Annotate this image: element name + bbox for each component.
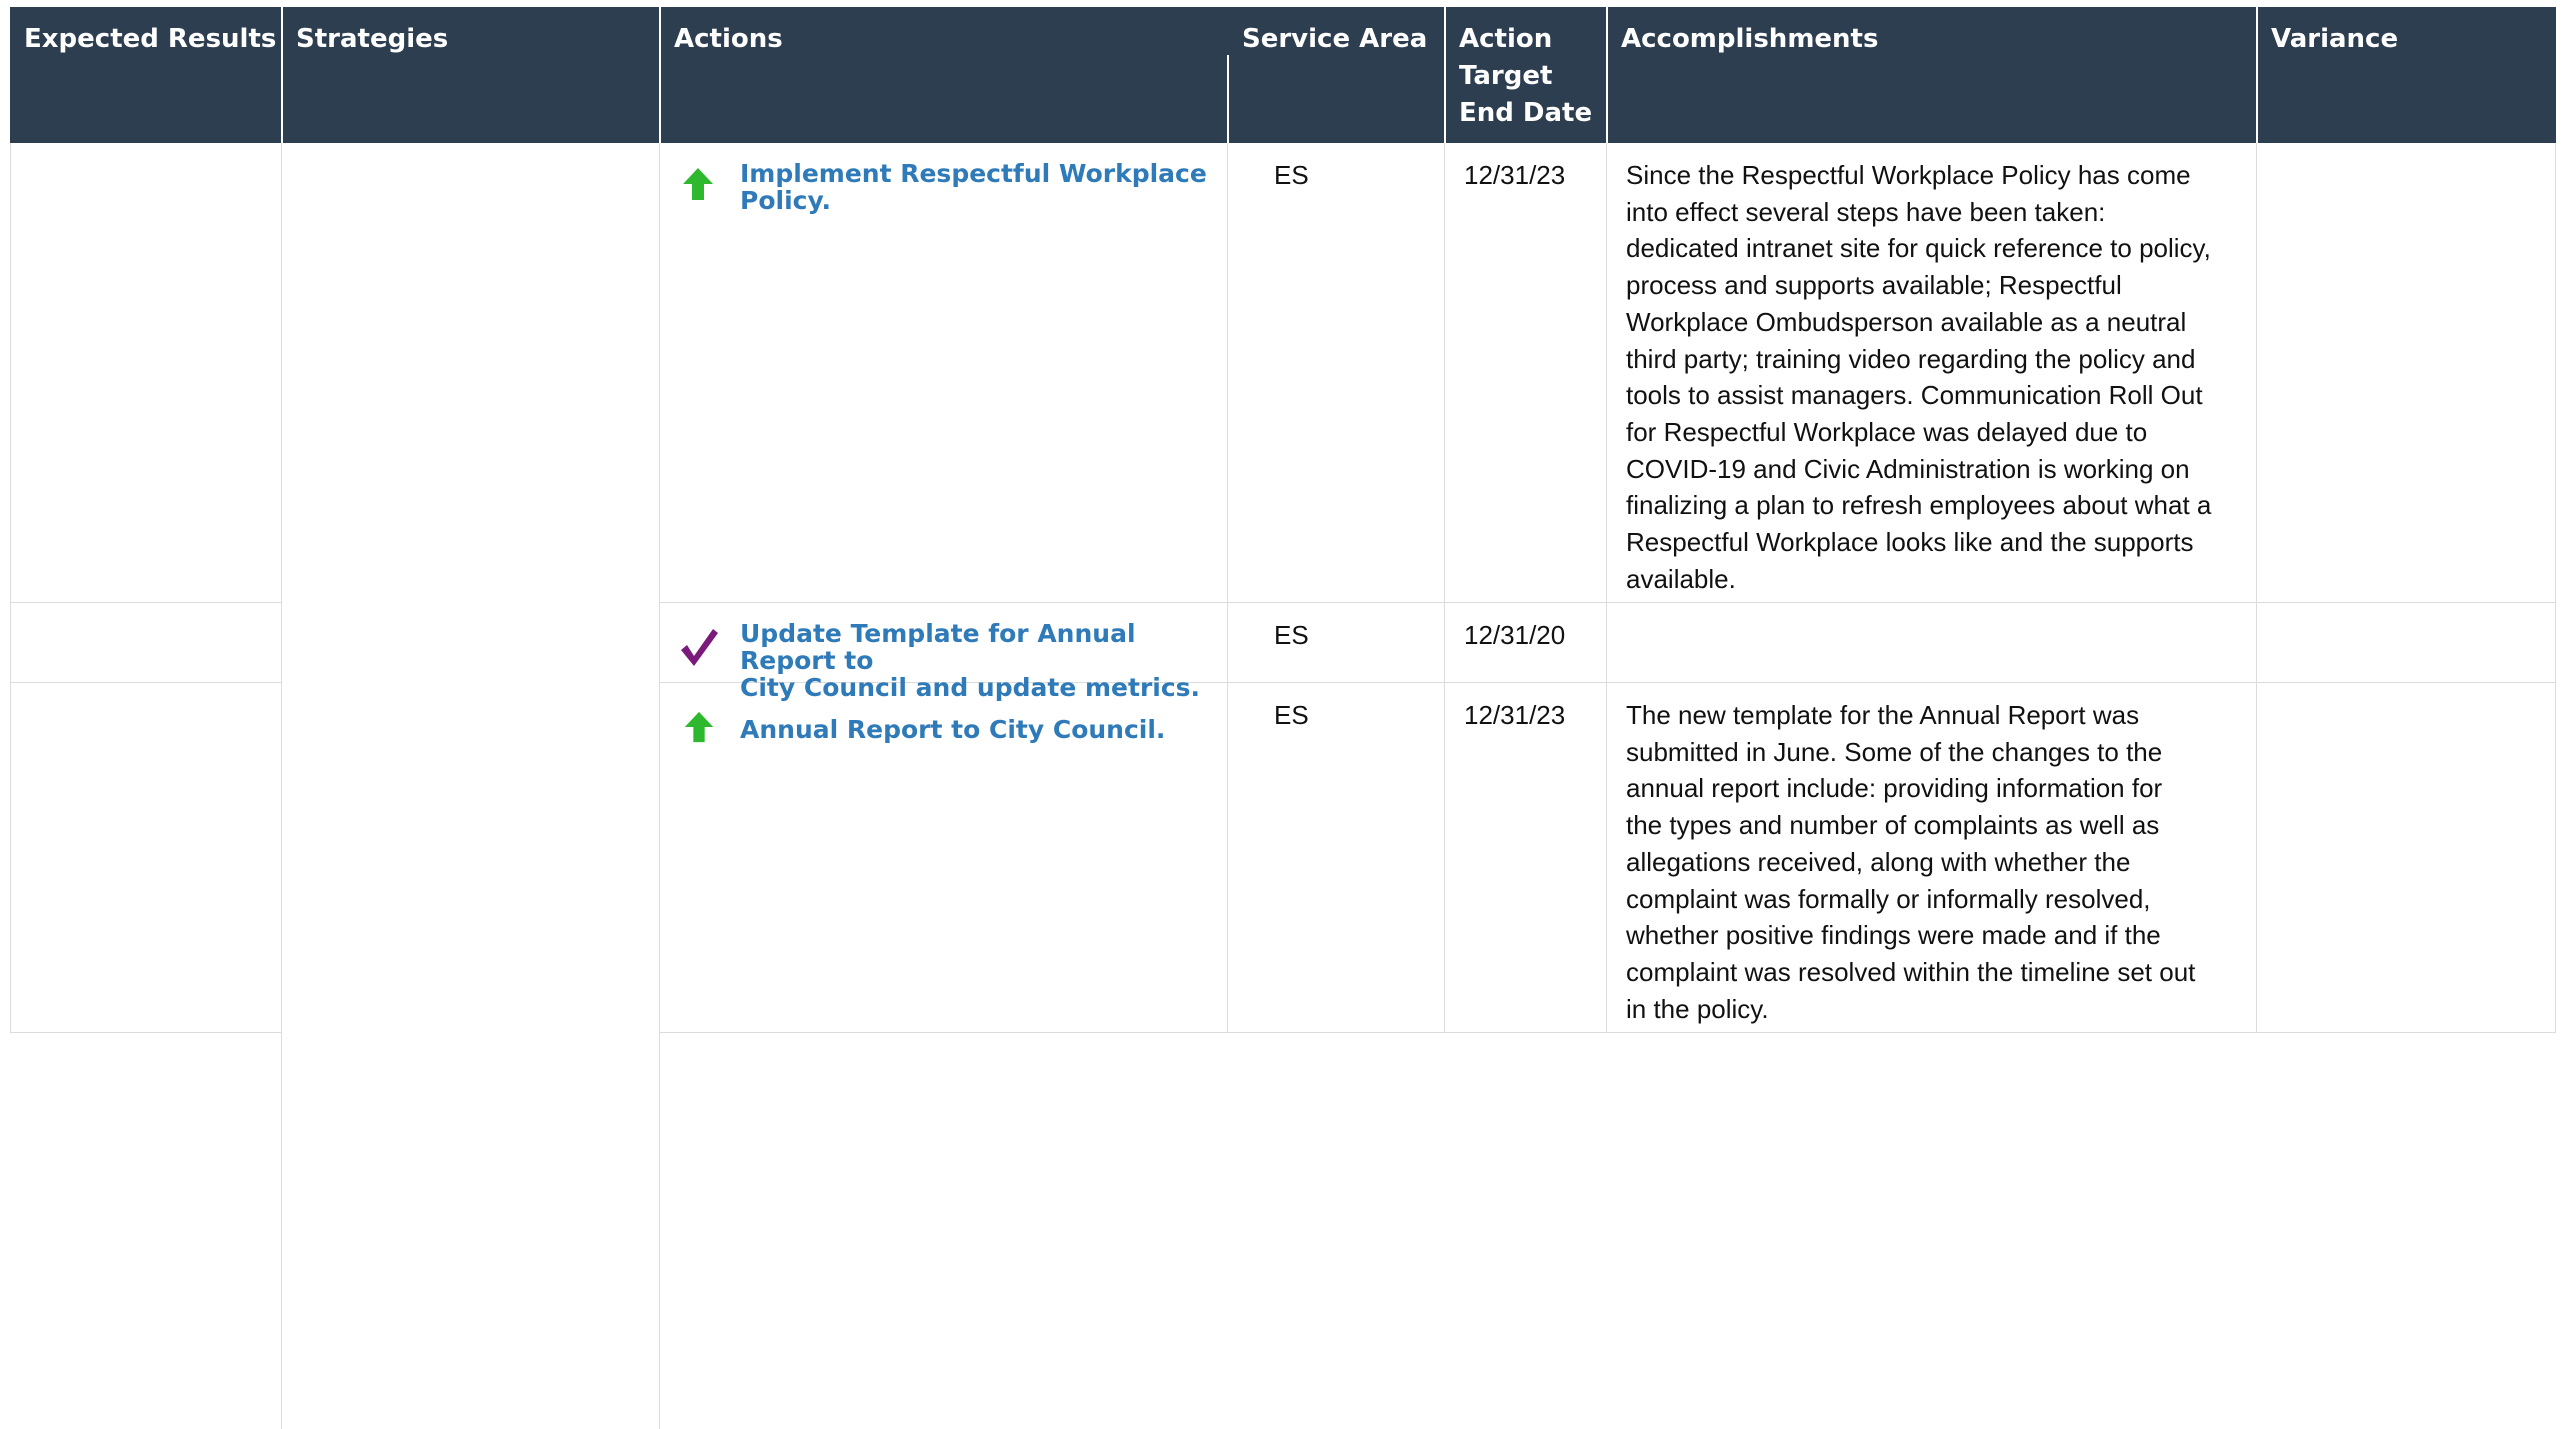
grid-line — [1227, 143, 1228, 1033]
header-expected-results: Expected Results — [24, 24, 277, 54]
text-line: into effect several steps have been take… — [1626, 196, 2106, 227]
grid-line — [10, 1032, 282, 1033]
header-actions: Actions — [674, 24, 783, 54]
action-line: Update Template for Annual Report to — [740, 619, 1136, 675]
text-line: in the policy. — [1626, 993, 1769, 1024]
grid-line — [659, 602, 2556, 603]
action-link-implement-policy[interactable]: Implement Respectful Workplace Policy. — [740, 160, 1220, 214]
text-line: for Respectful Workplace was delayed due… — [1626, 416, 2148, 447]
text-line: allegations received, along with whether… — [1626, 846, 2131, 877]
text-line: Since the Respectful Workplace Policy ha… — [1626, 160, 2191, 190]
header-date-line-3: End Date — [1459, 98, 1593, 128]
grid-line — [10, 602, 282, 603]
header-divider — [2256, 7, 2258, 143]
action-line: Policy. — [740, 186, 831, 215]
action-line: City Council and update metrics. — [740, 673, 1201, 702]
text-line: The new template for the Annual Report w… — [1626, 700, 2140, 730]
header-divider — [1444, 7, 1446, 143]
text-line: third party; training video regarding th… — [1626, 343, 2196, 374]
grid-line — [281, 143, 282, 1429]
text-line: available. — [1626, 563, 1736, 594]
text-line: complaint was resolved within the timeli… — [1626, 956, 2196, 987]
header-date-line-2: Target — [1459, 61, 1553, 91]
text-line: Respectful Workplace looks like and the … — [1626, 527, 2194, 558]
header-divider — [281, 7, 283, 143]
header-variance: Variance — [2271, 24, 2399, 54]
grid-line — [2555, 143, 2556, 1033]
header-divider — [659, 7, 661, 143]
target-end-date-value: 12/31/23 — [1464, 160, 1566, 190]
accomplishments-text: The new template for the Annual Report w… — [1626, 697, 2251, 1027]
action-link-update-template[interactable]: Update Template for Annual Report to Cit… — [740, 620, 1220, 701]
text-line: finalizing a plan to refresh employees a… — [1626, 490, 2212, 521]
service-area-value: ES — [1274, 620, 1309, 650]
grid-line — [1444, 143, 1445, 1033]
header-service-area: Service Area — [1242, 24, 1428, 54]
text-line: complaint was formally or informally res… — [1626, 883, 2151, 914]
action-line: Implement Respectful Workplace — [740, 159, 1207, 188]
target-end-date-value: 12/31/20 — [1464, 620, 1566, 650]
header-date-line-1: Action — [1459, 24, 1553, 54]
grid-line — [2256, 143, 2257, 1033]
header-divider — [1227, 55, 1229, 143]
text-line: submitted in June. Some of the changes t… — [1626, 736, 2163, 767]
accomplishments-text: Since the Respectful Workplace Policy ha… — [1626, 157, 2251, 597]
service-area-value: ES — [1274, 700, 1309, 730]
text-line: Workplace Ombudsperson available as a ne… — [1626, 306, 2187, 337]
text-line: process and supports available; Respectf… — [1626, 270, 2122, 301]
grid-line — [659, 1032, 2556, 1033]
action-link-annual-report[interactable]: Annual Report to City Council. — [740, 716, 1220, 743]
report-table: Expected Results Strategies Actions Serv… — [0, 0, 2561, 1429]
up-arrow-icon — [683, 168, 713, 200]
header-strategies: Strategies — [296, 24, 449, 54]
text-line: annual report include: providing informa… — [1626, 773, 2163, 804]
text-line: dedicated intranet site for quick refere… — [1626, 233, 2211, 264]
action-line: Annual Report to City Council. — [740, 715, 1166, 744]
text-line: COVID-19 and Civic Administration is wor… — [1626, 453, 2190, 484]
grid-line — [10, 682, 282, 683]
text-line: tools to assist managers. Communication … — [1626, 380, 2203, 411]
checkmark-icon — [681, 629, 718, 666]
up-arrow-icon — [684, 711, 714, 743]
text-line: whether positive findings were made and … — [1626, 920, 2161, 951]
grid-line — [659, 143, 660, 1429]
grid-line — [1606, 143, 1607, 1033]
target-end-date-value: 12/31/23 — [1464, 700, 1566, 730]
grid-line — [10, 143, 11, 1033]
text-line: the types and number of complaints as we… — [1626, 810, 2160, 841]
header-accomplishments: Accomplishments — [1621, 24, 1879, 54]
header-action-target-end-date: Action Target End Date — [1445, 7, 1607, 143]
service-area-value: ES — [1274, 160, 1309, 190]
header-divider — [1606, 7, 1608, 143]
